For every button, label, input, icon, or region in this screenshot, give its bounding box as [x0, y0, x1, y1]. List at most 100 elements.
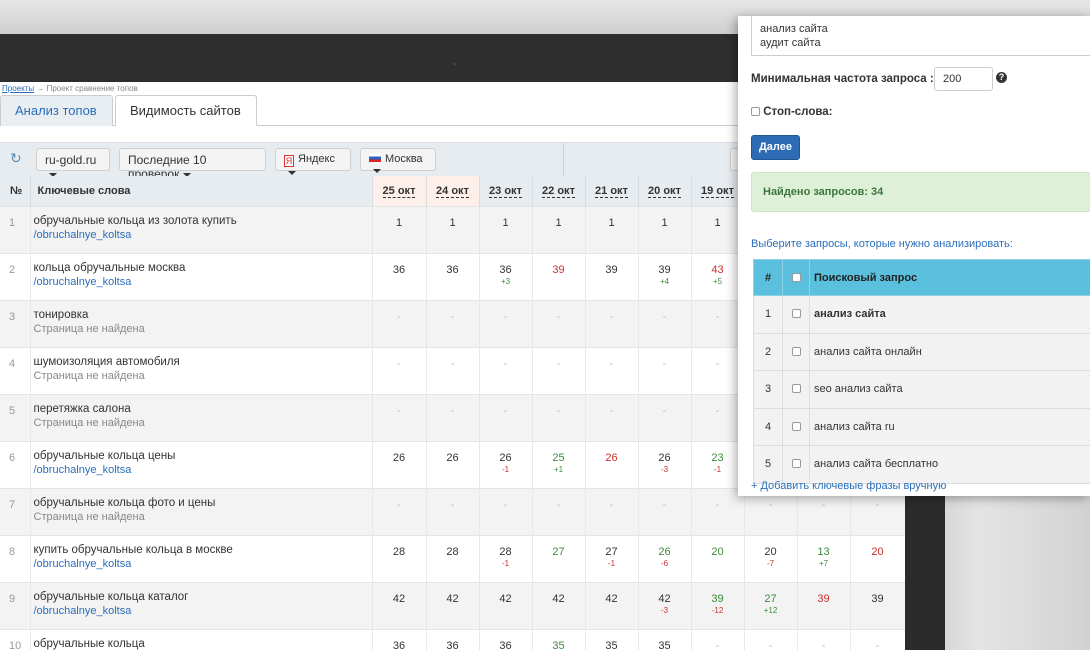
- stop-words-checkbox-row[interactable]: Стоп-слова:: [751, 106, 833, 118]
- query-num: 3: [753, 370, 783, 409]
- col-header-date[interactable]: 21 окт: [585, 176, 639, 206]
- keyword-url-link[interactable]: /obruchalnye_koltsa: [34, 558, 372, 570]
- query-checkbox[interactable]: [791, 459, 801, 469]
- stop-words-checkbox[interactable]: [751, 107, 760, 116]
- query-checkbox-cell[interactable]: [782, 407, 810, 446]
- keyword-url-link[interactable]: /obruchalnye_koltsa: [34, 276, 372, 288]
- position-value: 36: [392, 263, 406, 276]
- position-value: 43: [711, 263, 724, 276]
- query-row[interactable]: 2 анализ сайта онлайн: [753, 332, 1090, 371]
- position-value: -: [503, 498, 508, 511]
- query-checkbox-cell[interactable]: [782, 370, 810, 409]
- position-value: -: [715, 404, 720, 417]
- keyword-url-link[interactable]: /obruchalnye_koltsa: [34, 605, 372, 617]
- position-cell: -: [638, 346, 692, 394]
- checks-dropdown[interactable]: Последние 10 проверок: [119, 148, 266, 181]
- col-header-date[interactable]: 25 окт: [372, 176, 427, 206]
- page-not-found-text: Страница не найдена: [33, 416, 145, 429]
- position-value: -: [609, 498, 614, 511]
- add-keywords-link[interactable]: + Добавить ключевые фразы вручную: [751, 480, 946, 492]
- position-delta: -12: [711, 605, 724, 615]
- russia-flag-icon: [369, 154, 381, 162]
- keyword-text: шумоизоляция автомобиля: [33, 355, 180, 368]
- position-cell: 26 -6: [638, 534, 692, 582]
- position-cell: -: [532, 346, 586, 394]
- position-value: 42: [446, 592, 459, 605]
- position-value: -: [609, 404, 614, 417]
- position-value: 20: [764, 545, 777, 558]
- select-all-checkbox-cell[interactable]: [782, 259, 810, 296]
- position-cell: -: [638, 299, 692, 347]
- keyword-url-link[interactable]: /obruchalnye_koltsa: [34, 229, 372, 241]
- select-all-checkbox[interactable]: [791, 272, 801, 282]
- col-header-date[interactable]: 23 окт: [479, 176, 533, 206]
- query-row[interactable]: 5 анализ сайта бесплатно: [753, 445, 1090, 484]
- breadcrumb-projects-link[interactable]: Проекты: [2, 84, 34, 93]
- tab-top-analysis[interactable]: Анализ топов: [0, 95, 113, 126]
- query-text: seo анализ сайта: [809, 370, 1090, 409]
- query-checkbox-cell[interactable]: [782, 332, 810, 371]
- query-row[interactable]: 3 seo анализ сайта: [753, 370, 1090, 409]
- position-cell: -: [797, 628, 851, 650]
- position-value: 27: [605, 545, 618, 558]
- col-header-date[interactable]: 20 окт: [638, 176, 692, 206]
- queries-textarea[interactable]: анализ сайта аудит сайта: [751, 16, 1090, 56]
- tab-site-visibility[interactable]: Видимость сайтов: [115, 95, 257, 126]
- position-cell: 35: [532, 628, 586, 650]
- page-not-found-text: Страница не найдена: [33, 322, 145, 335]
- region-dropdown[interactable]: Москва: [360, 148, 436, 174]
- col-header-num: №: [0, 176, 31, 206]
- row-number: 8: [0, 534, 31, 582]
- position-value: 39: [711, 592, 724, 605]
- position-cell: 26 -1: [479, 440, 533, 488]
- site-dropdown[interactable]: ru-gold.ru: [36, 148, 110, 177]
- refresh-icon[interactable]: ↻: [10, 151, 24, 165]
- choose-queries-label: Выберите запросы, которые нужно анализир…: [751, 238, 1013, 250]
- queries-header-query: Поисковый запрос: [809, 259, 1090, 296]
- position-value: 28: [446, 545, 459, 558]
- position-cell: -: [691, 299, 745, 347]
- query-checkbox-cell[interactable]: [782, 445, 810, 484]
- position-cell: -: [585, 487, 639, 535]
- col-header-date[interactable]: 24 окт: [426, 176, 480, 206]
- position-cell: -: [372, 393, 427, 441]
- query-checkbox[interactable]: [791, 384, 801, 394]
- help-icon[interactable]: ?: [996, 72, 1007, 83]
- position-value: 36: [446, 263, 459, 276]
- position-value: 42: [658, 592, 671, 605]
- keyword-text: кольца обручальные москва: [33, 261, 186, 274]
- position-value: -: [609, 357, 614, 370]
- next-button[interactable]: Далее: [751, 135, 800, 160]
- position-cell: 39 +4: [638, 252, 692, 300]
- position-cell: -: [532, 299, 586, 347]
- query-row[interactable]: 4 анализ сайта ru: [753, 407, 1090, 446]
- query-checkbox[interactable]: [791, 309, 801, 319]
- position-cell: 20: [691, 534, 745, 582]
- position-cell: -: [479, 487, 533, 535]
- position-cell: -: [691, 487, 745, 535]
- position-cell: 1: [691, 205, 745, 253]
- query-text: анализ сайта: [809, 295, 1090, 334]
- col-header-date[interactable]: 22 окт: [532, 176, 586, 206]
- engine-dropdown[interactable]: Я Яндекс: [275, 148, 351, 176]
- position-value: 42: [392, 592, 406, 605]
- query-row[interactable]: 1 анализ сайта: [753, 295, 1090, 334]
- position-value: 1: [661, 216, 668, 229]
- position-value: -: [662, 357, 667, 370]
- keyword-text: купить обручальные кольца в москве: [33, 543, 233, 556]
- query-checkbox-cell[interactable]: [782, 295, 810, 334]
- query-checkbox[interactable]: [791, 421, 801, 431]
- position-value: 35: [658, 639, 671, 650]
- position-value: -: [715, 310, 720, 323]
- col-header-date[interactable]: 19 окт: [691, 176, 745, 206]
- table-row: 9 обручальные кольца каталог/obruchalnye_…: [0, 581, 905, 629]
- position-value: 1: [555, 216, 562, 229]
- position-cell: 39 -12: [691, 581, 745, 629]
- position-cell: 23 -1: [691, 440, 745, 488]
- query-checkbox[interactable]: [791, 346, 801, 356]
- keyword-url-link[interactable]: /obruchalnye_koltsa: [34, 464, 372, 476]
- query-selection-popup: анализ сайта аудит сайта Минимальная час…: [738, 16, 1090, 496]
- min-frequency-input[interactable]: 200: [934, 67, 993, 91]
- position-cell: -: [585, 299, 639, 347]
- table-row: 8 купить обручальные кольца в москве/obru…: [0, 534, 905, 582]
